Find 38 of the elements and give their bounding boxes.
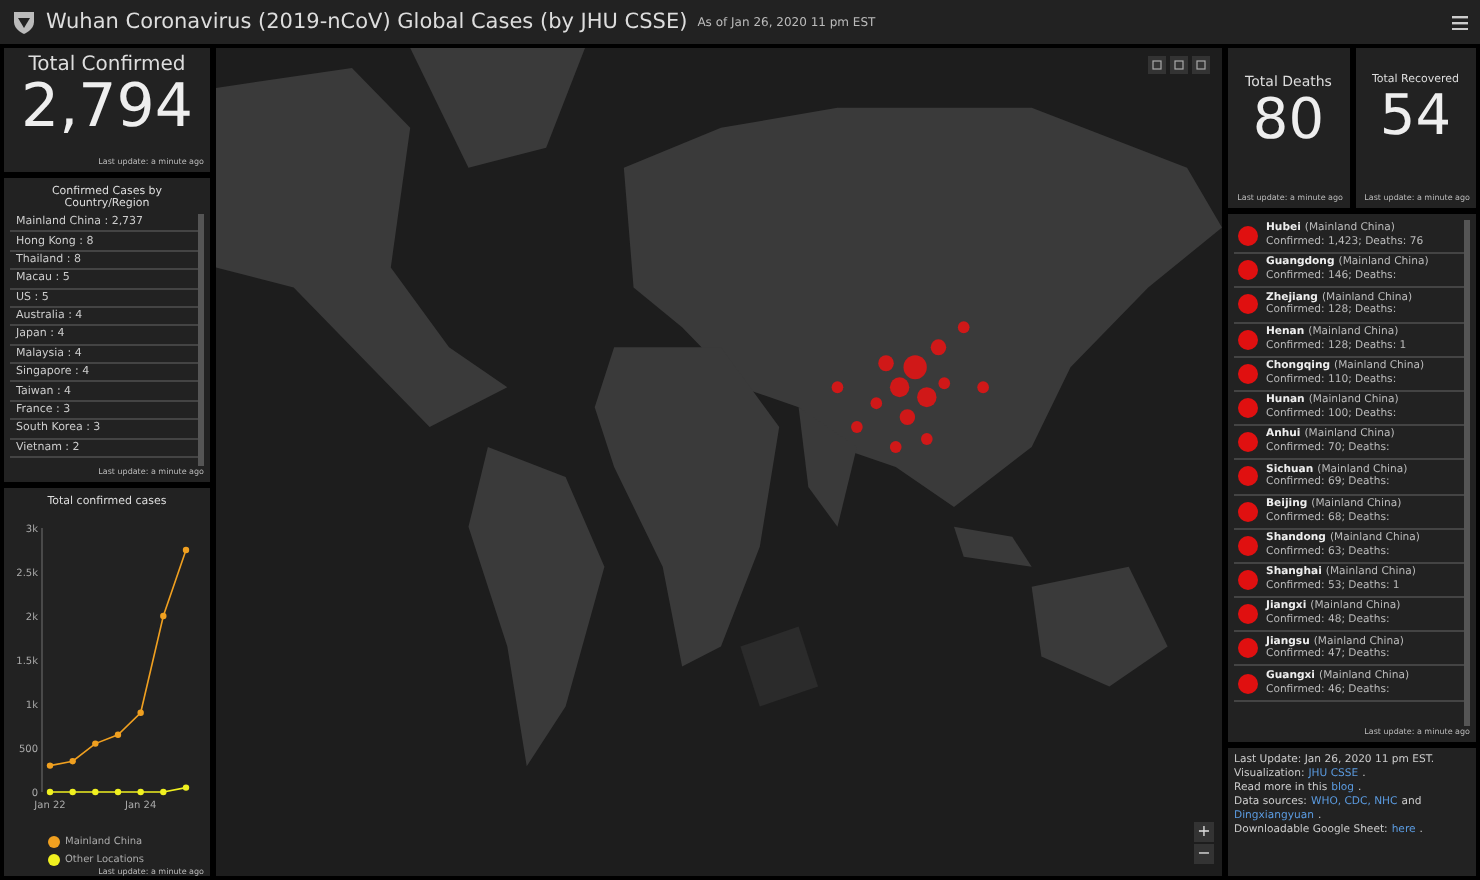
case-dot-icon <box>1238 260 1258 281</box>
data-point <box>114 731 122 738</box>
case-dot-icon <box>1238 535 1258 556</box>
data-point <box>182 546 190 554</box>
case-dot-icon <box>1238 398 1258 419</box>
data-point <box>160 788 167 796</box>
data-point <box>182 784 190 791</box>
case-dot-icon <box>1238 673 1258 694</box>
case-dot-icon <box>1238 466 1258 487</box>
dashboard-title: Wuhan Coronavirus (2019-nCoV) Global Cases (by JHU CSSE) <box>46 10 688 34</box>
data-point <box>137 788 144 796</box>
case-dot-icon <box>1238 432 1258 453</box>
menu-icon[interactable] <box>1452 15 1468 29</box>
zoom-in-button[interactable]: + <box>1194 822 1214 842</box>
case-dot-icon <box>1238 294 1258 315</box>
data-point <box>46 788 54 796</box>
case-dot-icon <box>1238 638 1258 659</box>
case-dot-icon <box>1238 329 1258 350</box>
data-point <box>92 788 99 796</box>
total-confirmed-label: Total Confirmed <box>26 54 188 76</box>
case-dot-icon <box>1238 501 1258 522</box>
data-point <box>69 788 76 796</box>
data-point <box>92 740 99 747</box>
data-point <box>160 612 167 620</box>
case-dot-icon <box>1238 226 1258 247</box>
data-point <box>46 762 54 769</box>
stat-value: 80 <box>1252 90 1325 149</box>
shield-logo-icon <box>12 9 36 35</box>
stat-value: 54 <box>1379 86 1452 145</box>
data-point <box>137 709 144 716</box>
data-point <box>114 788 122 796</box>
case-dot-icon <box>1238 569 1258 590</box>
total-confirmed-value: 2,794 <box>19 76 195 139</box>
case-dot-icon <box>1238 604 1258 625</box>
case-dot-icon <box>1238 363 1258 384</box>
line-series <box>49 786 187 793</box>
zoom-out-button[interactable]: − <box>1194 844 1214 864</box>
data-point <box>69 758 76 765</box>
